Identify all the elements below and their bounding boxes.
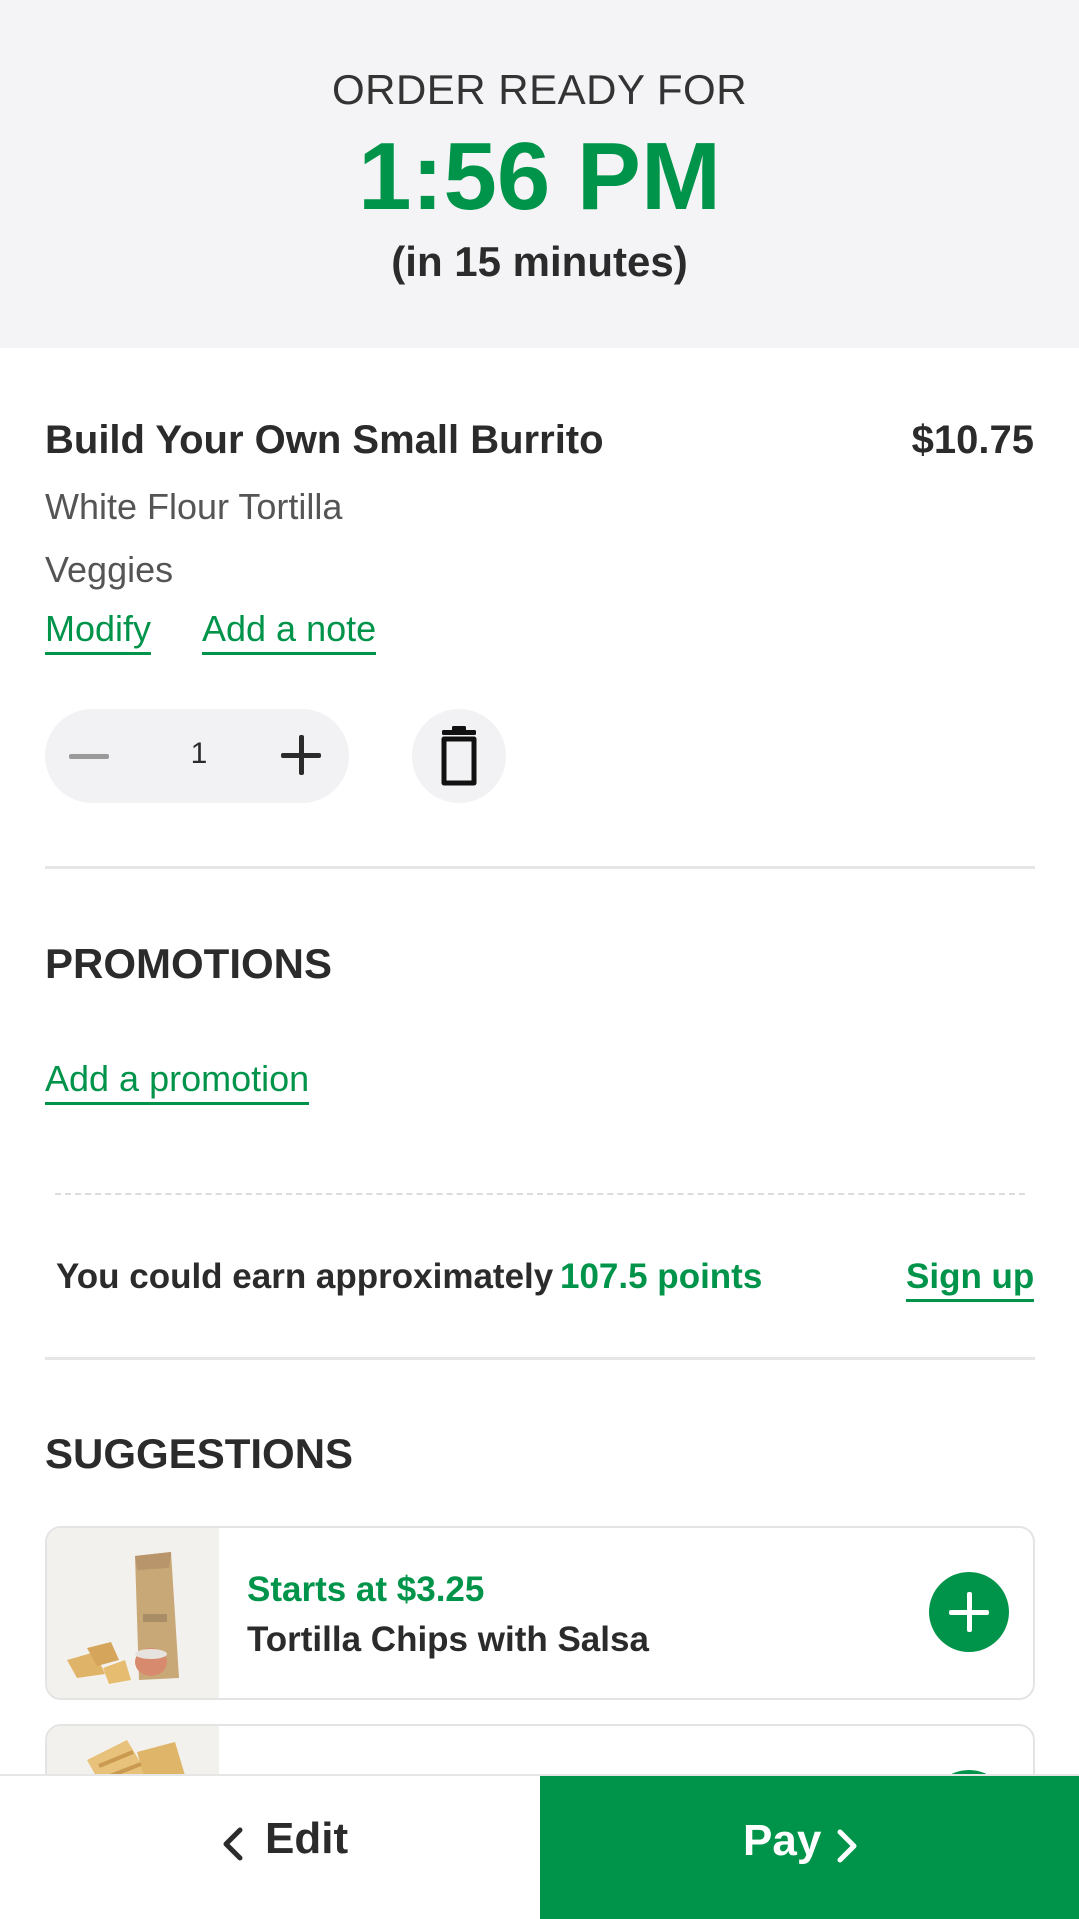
chevron-left-icon: [223, 1827, 243, 1861]
modify-link[interactable]: Modify: [45, 608, 152, 655]
add-suggestion-button[interactable]: [929, 1572, 1009, 1652]
promotions-heading: PROMOTIONS: [45, 940, 333, 987]
minus-icon: [69, 754, 109, 759]
suggestion-price: Starts at $3.25: [247, 1570, 485, 1609]
suggestion-name: Tortilla Chips with Salsa: [247, 1620, 649, 1659]
cart-item-option: White Flour Tortilla: [45, 486, 343, 527]
suggestions-heading: SUGGESTIONS: [45, 1430, 354, 1477]
chips-salsa-bag-image: [47, 1528, 219, 1698]
cart-item-price: $10.75: [911, 418, 1034, 462]
pay-button[interactable]: Pay: [540, 1776, 1079, 1919]
add-promotion-link[interactable]: Add a promotion: [45, 1058, 310, 1105]
cart-item-name: Build Your Own Small Burrito: [45, 418, 604, 462]
order-ready-label: ORDER READY FOR: [331, 66, 748, 113]
sign-up-link[interactable]: Sign up: [906, 1257, 1035, 1302]
divider: [45, 1357, 1035, 1360]
bottom-action-bar: Edit Pay: [0, 1774, 1079, 1919]
quantity-value: 1: [190, 737, 208, 770]
increase-quantity-button[interactable]: [281, 735, 321, 775]
rewards-points: 107.5 points: [560, 1257, 763, 1296]
edit-label: Edit: [265, 1814, 349, 1863]
remove-item-button[interactable]: [412, 709, 506, 803]
pickup-eta: (in 15 minutes): [391, 238, 688, 285]
quantity-stepper: 1: [45, 709, 349, 803]
order-ready-header: ORDER READY FOR 1:56 PM (in 15 minutes): [0, 0, 1079, 348]
dashed-divider: [55, 1193, 1025, 1195]
suggestion-card[interactable]: Starts at $3.25 Tortilla Chips with Sals…: [45, 1526, 1035, 1700]
trash-icon: [441, 726, 477, 786]
chevron-right-icon: [837, 1829, 857, 1863]
divider: [45, 866, 1035, 869]
edit-button[interactable]: Edit: [0, 1776, 540, 1919]
pay-label: Pay: [743, 1816, 822, 1865]
rewards-text: You could earn approximately: [56, 1257, 554, 1296]
decrease-quantity-button[interactable]: [45, 709, 135, 803]
pickup-time: 1:56 PM: [358, 123, 721, 230]
cart-item-option: Veggies: [45, 549, 174, 590]
add-note-link[interactable]: Add a note: [202, 608, 377, 655]
